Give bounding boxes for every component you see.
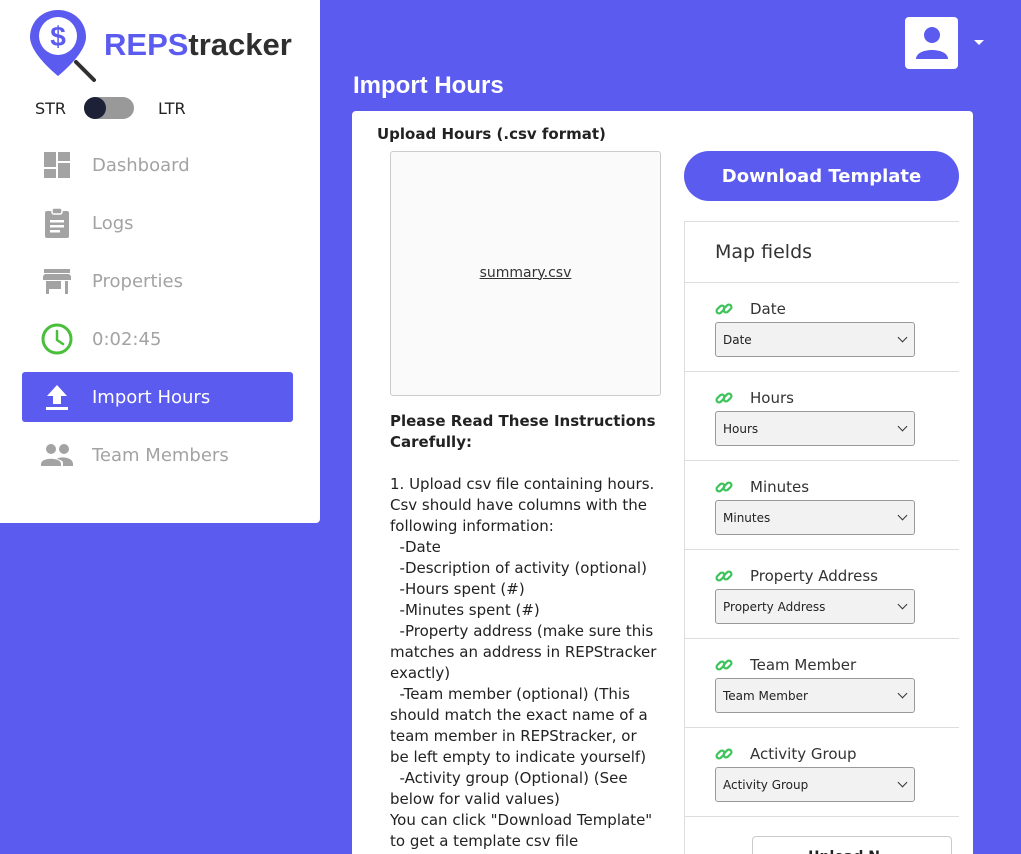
- sidebar-item-label: Properties: [92, 270, 183, 292]
- direction-right-label: LTR: [158, 98, 186, 118]
- clock-icon: [40, 322, 74, 356]
- page-title: Import Hours: [353, 72, 504, 99]
- brand-name-part1: REPS: [104, 27, 189, 62]
- select-value: Hours: [723, 421, 759, 436]
- hours-column-select[interactable]: Hours: [715, 411, 915, 446]
- chevron-down-icon: [897, 332, 908, 343]
- sidebar-item-label: Team Members: [92, 444, 229, 466]
- people-icon: [40, 438, 74, 472]
- sidebar: $ REPStracker STR LTR Dashboard Logs Pro…: [0, 0, 320, 523]
- brand-name: REPStracker: [104, 27, 292, 63]
- map-fields-panel: Map fields Date Date Hours Hours Minutes…: [684, 221, 959, 854]
- instruction-line: -Activity group (Optional) (See below fo…: [390, 769, 633, 808]
- chevron-down-icon: [897, 421, 908, 432]
- instructions-title: Please Read These Instructions Carefully…: [390, 412, 656, 451]
- sidebar-nav: Dashboard Logs Properties 0:02:45 Import…: [22, 140, 293, 488]
- download-template-button[interactable]: Download Template: [684, 151, 959, 201]
- sidebar-item-dashboard[interactable]: Dashboard: [22, 140, 293, 190]
- select-value: Team Member: [723, 688, 808, 703]
- instruction-line: -Hours spent (#): [390, 580, 525, 598]
- map-field-label: Date: [750, 300, 786, 318]
- chevron-down-icon: [897, 599, 908, 610]
- instruction-line: -Minutes spent (#): [390, 601, 540, 619]
- sidebar-item-logs[interactable]: Logs: [22, 198, 293, 248]
- direction-toggle[interactable]: [84, 97, 135, 119]
- map-field-property-address: Property Address Property Address: [685, 550, 959, 639]
- link-icon: [715, 656, 735, 674]
- select-value: Minutes: [723, 510, 771, 525]
- chevron-down-icon: [897, 510, 908, 521]
- instruction-line: -Description of activity (optional): [390, 559, 647, 577]
- instruction-line: 1. Upload csv file containing hours. Csv…: [390, 475, 660, 535]
- chevron-down-icon[interactable]: [974, 40, 984, 45]
- link-icon: [715, 389, 735, 407]
- direction-toggle-row: STR LTR: [35, 97, 186, 119]
- minutes-column-select[interactable]: Minutes: [715, 500, 915, 535]
- direction-toggle-knob: [84, 97, 107, 119]
- dashboard-icon: [40, 148, 74, 182]
- instructions: Please Read These Instructions Carefully…: [390, 411, 660, 852]
- svg-text:$: $: [50, 21, 66, 52]
- map-field-minutes: Minutes Minutes: [685, 461, 959, 550]
- team-member-column-select[interactable]: Team Member: [715, 678, 915, 713]
- map-field-activity-group: Activity Group Activity Group: [685, 728, 959, 817]
- map-field-label: Team Member: [750, 656, 857, 674]
- instruction-line: -Property address (make sure this matche…: [390, 622, 662, 682]
- activity-group-column-select[interactable]: Activity Group: [715, 767, 915, 802]
- field-label-row: Minutes: [715, 476, 959, 498]
- sidebar-item-label: Import Hours: [92, 386, 211, 408]
- uploaded-file-name[interactable]: summary.csv: [480, 265, 572, 281]
- map-field-team-member: Team Member Team Member: [685, 639, 959, 728]
- field-label-row: Date: [715, 298, 959, 320]
- sidebar-item-label: 0:02:45: [92, 328, 162, 350]
- sidebar-item-properties[interactable]: Properties: [22, 256, 293, 306]
- import-card: Upload Hours (.csv format) summary.csv P…: [352, 111, 973, 854]
- user-icon: [915, 27, 948, 59]
- sidebar-item-team-members[interactable]: Team Members: [22, 430, 293, 480]
- select-value: Date: [723, 332, 752, 347]
- sidebar-item-import-hours[interactable]: Import Hours: [22, 372, 293, 422]
- sidebar-item-label: Dashboard: [92, 154, 190, 176]
- upload-title: Upload Hours (.csv format): [377, 125, 606, 143]
- link-icon: [715, 478, 735, 496]
- property-address-column-select[interactable]: Property Address: [715, 589, 915, 624]
- sidebar-item-timer[interactable]: 0:02:45: [22, 314, 293, 364]
- map-field-label: Minutes: [750, 478, 810, 496]
- sidebar-item-label: Logs: [92, 212, 134, 234]
- field-label-row: Hours: [715, 387, 959, 409]
- upload-icon: [40, 380, 74, 414]
- chevron-down-icon: [897, 777, 908, 788]
- link-icon: [715, 567, 735, 585]
- link-icon: [715, 300, 735, 318]
- user-menu-button[interactable]: [905, 17, 958, 69]
- field-label-row: Property Address: [715, 565, 959, 587]
- select-value: Activity Group: [723, 777, 809, 792]
- instruction-line: -Date: [390, 538, 441, 556]
- upload-button[interactable]: Upload N...: [752, 836, 952, 854]
- date-column-select[interactable]: Date: [715, 322, 915, 357]
- instruction-line: You can click "Download Template" to get…: [390, 811, 657, 850]
- store-icon: [40, 264, 74, 298]
- link-icon: [715, 745, 735, 763]
- map-field-label: Activity Group: [750, 745, 857, 763]
- map-field-date: Date Date: [685, 283, 959, 372]
- brand-logo[interactable]: $ REPStracker: [24, 6, 292, 82]
- map-field-label: Hours: [750, 389, 794, 407]
- map-fields-title: Map fields: [685, 222, 959, 283]
- field-label-row: Team Member: [715, 654, 959, 676]
- map-field-label: Property Address: [750, 567, 878, 585]
- instruction-line: -Team member (optional) (This should mat…: [390, 685, 653, 766]
- field-label-row: Activity Group: [715, 743, 959, 765]
- select-value: Property Address: [723, 599, 826, 614]
- map-field-hours: Hours Hours: [685, 372, 959, 461]
- chevron-down-icon: [897, 688, 908, 699]
- direction-left-label: STR: [35, 98, 67, 118]
- clipboard-icon: [40, 206, 74, 240]
- brand-name-part2: tracker: [188, 27, 292, 62]
- csv-dropzone[interactable]: summary.csv: [390, 151, 661, 396]
- dollar-pin-logo-icon: $: [30, 10, 96, 82]
